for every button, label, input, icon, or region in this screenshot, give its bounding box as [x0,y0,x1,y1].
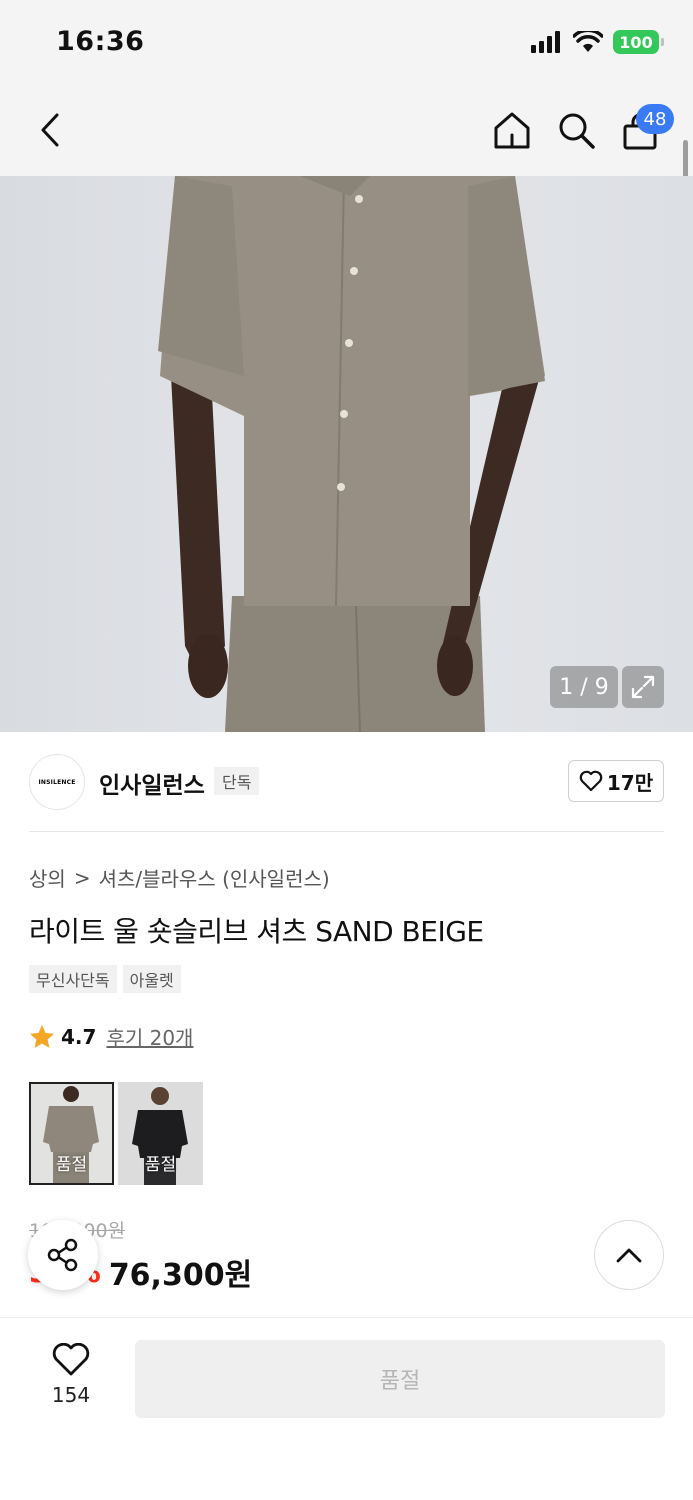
rating-row: 4.7 후기 20개 [29,1022,193,1051]
expand-icon [631,675,655,699]
home-icon [494,112,530,149]
heart-icon [52,1343,90,1376]
search-button[interactable] [554,108,598,152]
brand-exclusive-tag: 단독 [214,767,260,795]
product-title: 라이트 울 숏슬리브 셔츠 SAND BEIGE [29,915,484,948]
status-time: 16:36 [56,26,145,57]
divider [29,831,664,832]
rating-score: 4.7 [61,1024,97,1049]
gallery-page-counter: 1 / 9 [550,666,618,708]
heart-icon [579,770,603,792]
back-button[interactable] [30,108,70,152]
status-bar: 16:36 100 [0,0,693,88]
expand-image-button[interactable] [622,666,664,708]
tag-exclusive: 무신사단독 [29,965,117,993]
search-icon [559,113,595,149]
brand-like-count: 17만 [606,770,654,795]
scroll-top-button[interactable] [594,1220,664,1290]
review-link[interactable]: 후기 20개 [106,1022,193,1051]
brand-like-button[interactable]: 17만 [568,760,664,802]
color-options: 품절 품절 [29,1082,203,1185]
status-indicators: 100 [531,30,664,54]
breadcrumb-category[interactable]: 상의 [29,863,66,892]
chevron-up-icon [616,1248,642,1263]
battery-indicator: 100 [613,30,664,54]
color-option-beige[interactable]: 품절 [29,1082,114,1185]
signal-icon [531,31,560,53]
brand-logo[interactable]: INSILENCE [29,754,85,810]
color-option-label: 품절 [55,1155,88,1175]
share-button[interactable] [28,1220,98,1290]
breadcrumb: 상의 > 셔츠/블라우스 (인사일런스) [29,863,330,892]
product-photo [158,176,545,732]
tag-outlet: 아울렛 [122,965,181,993]
product-image-gallery[interactable] [0,176,693,732]
color-option-label: 품절 [144,1155,177,1175]
wishlist-count: 154 [51,1383,91,1407]
product-tags: 무신사단독 아울렛 [29,965,181,993]
brand-name[interactable]: 인사일런스 [99,766,205,800]
breadcrumb-subcategory[interactable]: 셔츠/블라우스 (인사일런스) [99,863,330,892]
sold-out-button[interactable]: 품절 [135,1340,665,1418]
back-arrow-icon [41,113,59,147]
wifi-icon [573,31,603,52]
sale-price: 76,300원 [108,1258,253,1293]
star-icon [30,1024,54,1048]
brand-row[interactable]: INSILENCE 인사일런스 단독 17만 [0,732,693,832]
color-option-black[interactable]: 품절 [118,1082,203,1185]
share-icon [47,1238,78,1272]
wishlist-button[interactable]: 154 [38,1343,104,1407]
home-button[interactable] [490,108,534,152]
cart-count-badge: 48 [636,104,674,134]
chevron-right-icon: > [73,865,91,890]
